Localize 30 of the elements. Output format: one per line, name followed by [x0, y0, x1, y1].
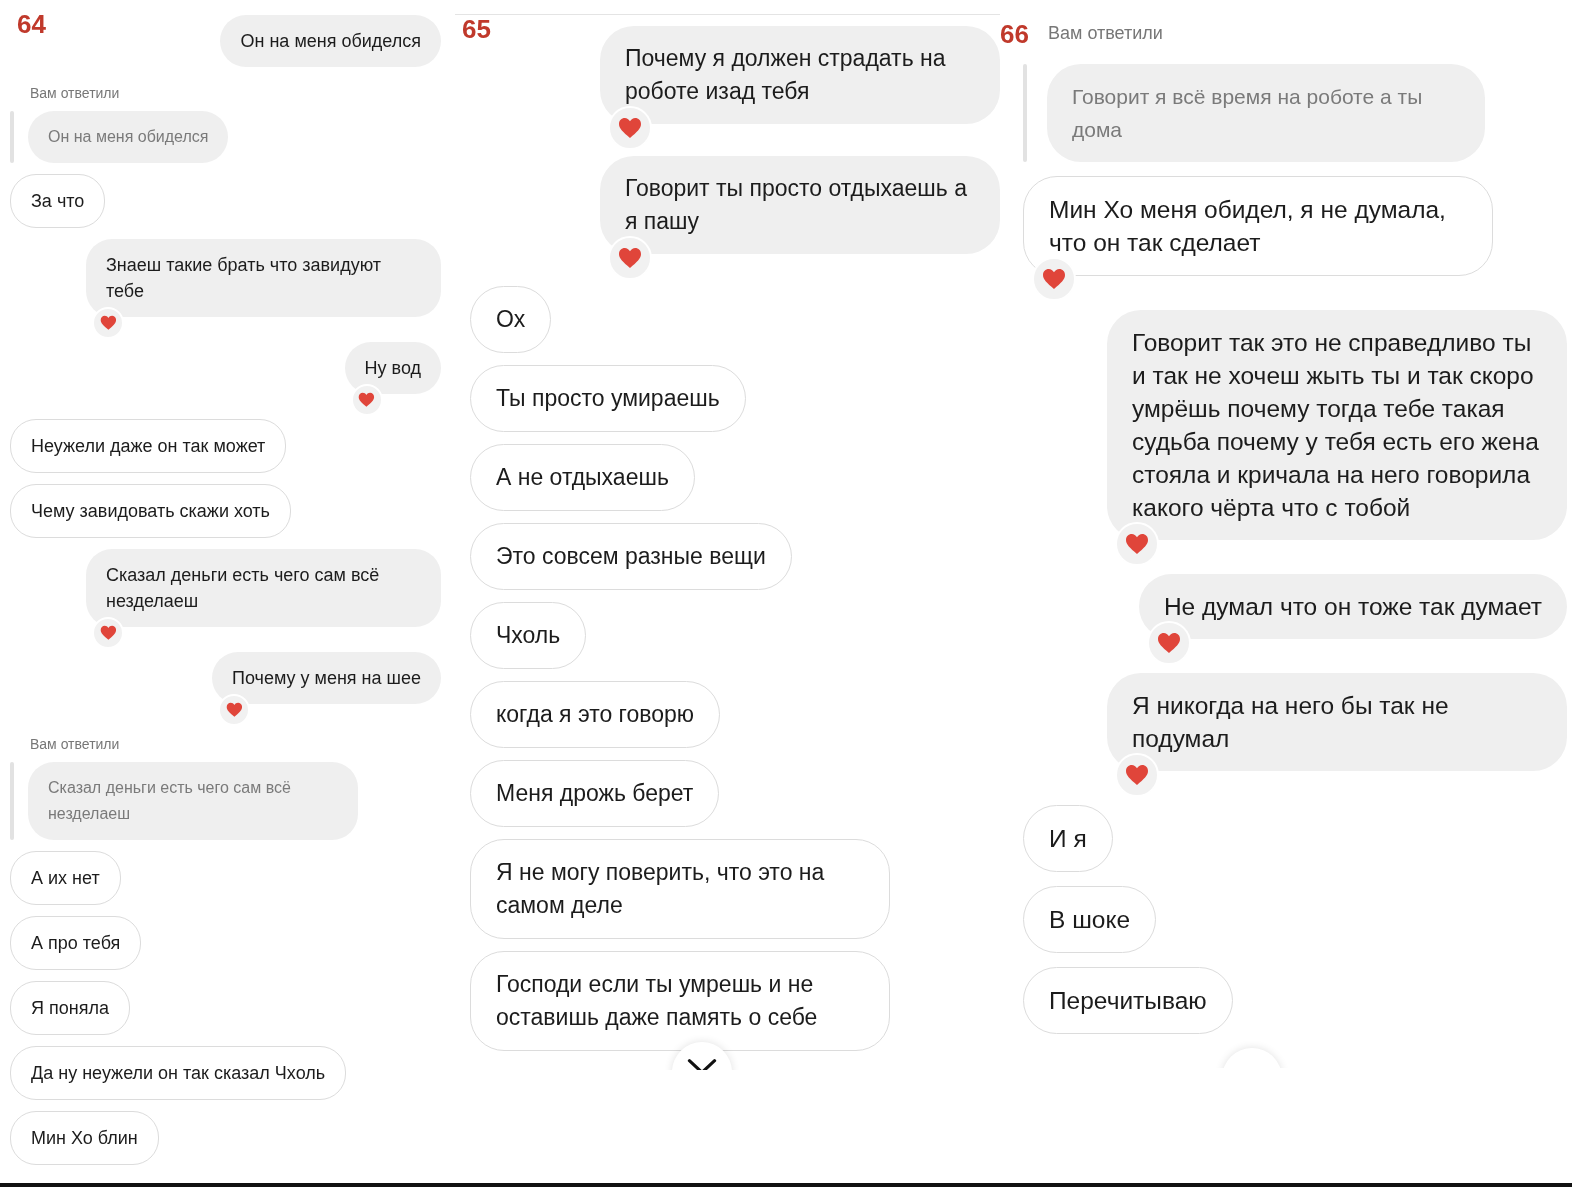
received-message: А про тебя	[10, 916, 142, 970]
page-number: 66	[1000, 20, 1029, 48]
received-message: Да ну неужели он так сказал Чхоль	[10, 1046, 347, 1100]
page-number: 64	[17, 10, 46, 38]
received-message: Перечитываю	[1023, 967, 1233, 1034]
received-message: когда я это говорю	[470, 681, 721, 748]
received-message: Я поняла	[10, 981, 130, 1035]
received-message: Мин Хо блин	[10, 1111, 159, 1165]
received-message: Я не могу поверить, что это на самом деле	[470, 839, 890, 939]
received-message: За что	[10, 174, 106, 228]
sent-message: Он на меня обиделся	[220, 15, 441, 67]
received-message: А не отдыхаешь	[470, 444, 695, 511]
received-message: Чхоль	[470, 602, 587, 669]
received-message: А их нет	[10, 851, 121, 905]
reply-label: Вам ответили	[29, 84, 121, 102]
reply-label: Вам ответили	[29, 735, 121, 753]
received-message: Меня дрожь берет	[470, 760, 720, 827]
received-message: Неужели даже он так может	[10, 419, 287, 473]
quoted-message: Сказал деньги есть чего сам всё незделаеш	[28, 762, 358, 840]
page-number: 65	[462, 15, 491, 43]
received-message: Господи если ты умрешь и не оставишь даже память о себе	[470, 951, 890, 1051]
received-message: Это совсем разные вещи	[470, 523, 792, 590]
quoted-message: Говорит я всё время на роботе а ты дома	[1047, 64, 1485, 162]
received-message: В шоке	[1023, 886, 1157, 953]
received-message: И я	[1023, 805, 1113, 872]
received-message: Чему завидовать скажи хоть	[10, 484, 291, 538]
reply-label: Вам ответили	[1047, 22, 1164, 45]
received-message: Ты просто умираешь	[470, 365, 746, 432]
received-message: Ох	[470, 286, 552, 353]
quoted-message: Он на меня обиделся	[28, 111, 229, 163]
